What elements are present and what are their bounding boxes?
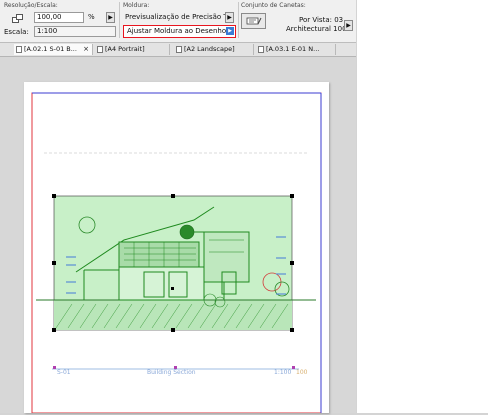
tab-a021-s01[interactable]: [A.02.1 S-01 B... ×	[14, 44, 93, 55]
drawing-title-label[interactable]: Building Section	[147, 369, 196, 376]
drawing-scale-extra: 100	[296, 369, 308, 376]
layout-canvas[interactable]: S-01 Building Section 1:100 100	[0, 57, 356, 414]
frame-preview-arrow-button[interactable]: ▶	[225, 12, 234, 23]
tab-a2-landscape[interactable]: [A2 Landscape]	[174, 44, 254, 55]
tab-a031-e01[interactable]: [A.03.1 E-01 N...	[256, 44, 336, 55]
pen-set-arrow-button[interactable]: ▶	[344, 20, 353, 31]
resolution-input[interactable]: 100,00	[34, 12, 84, 23]
frame-preview-select[interactable]: Previsualização de Precisão T...	[125, 13, 234, 21]
tab-label: [A.03.1 E-01 N...	[266, 45, 320, 53]
play-arrow-icon: ▶	[227, 14, 232, 21]
pen-set-button[interactable]	[241, 13, 266, 29]
tab-label: [A.02.1 S-01 B...	[24, 45, 77, 53]
tab-label: [A2 Landscape]	[184, 45, 235, 53]
drawing-id-label[interactable]: S-01	[57, 369, 71, 376]
layout-doc-icon	[16, 45, 22, 53]
fit-frame-select[interactable]: Ajustar Moldura ao Desenho	[127, 27, 226, 35]
tab-label: [A4 Portrait]	[105, 45, 145, 53]
fit-frame-highlight: Ajustar Moldura ao Desenho ▶	[123, 25, 236, 38]
sheet-drawing	[31, 92, 322, 414]
divider	[119, 2, 120, 38]
empty-side-area	[357, 0, 488, 413]
scale-label: Escala:	[4, 28, 29, 36]
fit-frame-arrow-button[interactable]: ▶	[226, 27, 234, 35]
scale-select[interactable]: 1:100	[34, 26, 116, 37]
resolution-arrow-button[interactable]: ▶	[106, 12, 115, 23]
layout-sheet: S-01 Building Section 1:100 100	[24, 82, 329, 414]
percent-unit: %	[88, 13, 95, 21]
pen-set-by-view: Por Vista: 03	[299, 16, 344, 24]
pen-set-label: Conjunto de Canetas:	[241, 2, 306, 9]
layout-doc-icon	[97, 45, 103, 53]
frame-label: Moldura:	[123, 2, 150, 9]
resolution-scale-label: Resolução/Escala:	[4, 2, 58, 9]
layout-doc-icon	[176, 45, 182, 53]
layout-doc-icon	[258, 45, 264, 53]
play-arrow-icon: ▶	[346, 22, 351, 29]
pen-set-icon	[246, 17, 262, 25]
divider	[238, 2, 239, 38]
zoom-icon	[12, 14, 23, 23]
play-arrow-icon: ▶	[108, 14, 113, 21]
close-icon[interactable]: ×	[83, 44, 89, 55]
layout-tab-bar: [A.02.1 S-01 B... × [A4 Portrait] [A2 La…	[0, 43, 356, 57]
drawing-properties-panel: Resolução/Escala: 100,00 % ▶ Escala: 1:1…	[0, 0, 356, 43]
pen-set-name: Architectural 100	[286, 25, 347, 33]
drawing-scale-label[interactable]: 1:100	[274, 369, 291, 376]
tab-a4-portrait[interactable]: [A4 Portrait]	[95, 44, 170, 55]
